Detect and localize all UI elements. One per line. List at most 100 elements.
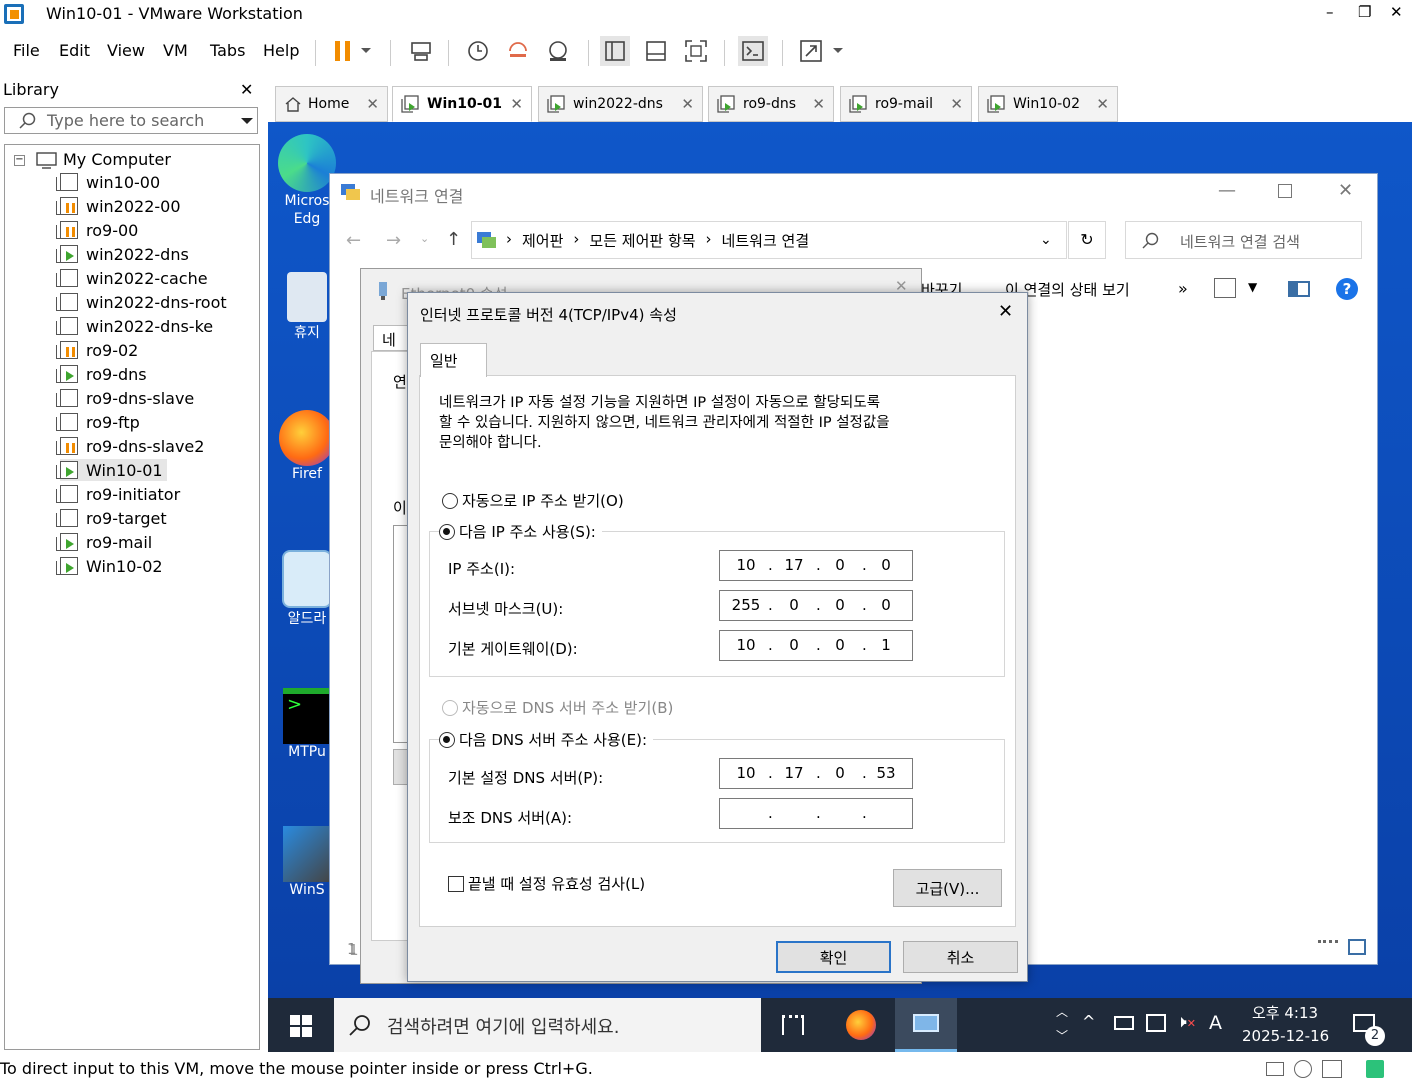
- radio-manual-ip[interactable]: 다음 IP 주소 사용(S):: [439, 521, 602, 542]
- library-item-win10-00[interactable]: win10-00: [56, 171, 160, 193]
- tab-win10-01[interactable]: Win10-01 ✕: [392, 86, 532, 122]
- crumb-control-panel[interactable]: 제어판: [522, 230, 563, 251]
- advanced-button[interactable]: 고급(V)...: [893, 869, 1002, 907]
- ipv4-close-button[interactable]: ✕: [998, 301, 1013, 322]
- explorer-search-input[interactable]: 네트워크 연결 검색: [1125, 221, 1362, 259]
- refresh-button[interactable]: ↻: [1068, 221, 1106, 259]
- library-item-win2022-dns-ke[interactable]: win2022-dns-ke: [56, 315, 213, 337]
- snapshot-icon[interactable]: [463, 36, 493, 66]
- address-dropdown-icon[interactable]: ⌄: [1040, 232, 1052, 248]
- alternate-dns-input[interactable]: . . .: [719, 798, 913, 829]
- tree-collapse-icon[interactable]: −: [14, 155, 25, 166]
- maximize-button[interactable]: ❐: [1358, 3, 1371, 21]
- tab-close-icon[interactable]: ✕: [510, 95, 523, 113]
- library-item-win10-02[interactable]: Win10-02: [56, 555, 163, 577]
- crumb-network-connections[interactable]: 네트워크 연결: [722, 230, 810, 251]
- radio-auto-ip[interactable]: 자동으로 IP 주소 받기(O): [442, 490, 624, 511]
- tab-close-icon[interactable]: ✕: [366, 95, 379, 113]
- tab-win10-02[interactable]: Win10-02 ✕: [978, 86, 1118, 122]
- explorer-close-button[interactable]: ✕: [1338, 180, 1353, 201]
- address-bar[interactable]: › 제어판 › 모든 제어판 항목 › 네트워크 연결 ⌄: [471, 221, 1067, 259]
- send-ctrl-alt-del-icon[interactable]: [406, 36, 436, 66]
- subnet-mask-input[interactable]: 255. 0. 0. 0: [719, 590, 913, 621]
- stretch-dropdown-icon[interactable]: [828, 36, 848, 66]
- library-item-win2022-cache[interactable]: win2022-cache: [56, 267, 208, 289]
- library-item-ro9-mail[interactable]: ro9-mail: [56, 531, 152, 553]
- details-view-icon[interactable]: [1318, 940, 1338, 954]
- tab-close-icon[interactable]: ✕: [681, 95, 694, 113]
- crumb-all-items[interactable]: 모든 제어판 항목: [589, 230, 695, 251]
- tab-general[interactable]: 일반: [420, 343, 487, 377]
- library-item-ro9-initiator[interactable]: ro9-initiator: [56, 483, 180, 505]
- gateway-input[interactable]: 10. 0. 0. 1: [719, 630, 913, 661]
- change-view-icon[interactable]: [1214, 278, 1236, 298]
- taskbar-search-box[interactable]: 검색하려면 여기에 입력하세요.: [334, 998, 761, 1052]
- snapshot-manager-icon[interactable]: [543, 36, 573, 66]
- revert-snapshot-icon[interactable]: [503, 36, 533, 66]
- pause-dropdown-icon[interactable]: [356, 36, 376, 66]
- tray-network-icon[interactable]: [1114, 1016, 1134, 1030]
- tray-scroll-arrows-icon[interactable]: ︿ ﹀: [1056, 1000, 1068, 1048]
- menu-help[interactable]: Help: [263, 41, 299, 60]
- view-dropdown-icon[interactable]: ▼: [1248, 280, 1257, 294]
- help-icon[interactable]: ?: [1336, 278, 1358, 300]
- menu-edit[interactable]: Edit: [59, 41, 90, 60]
- preview-pane-icon[interactable]: [1288, 281, 1310, 297]
- tree-root-my-computer[interactable]: My Computer: [63, 150, 171, 169]
- large-icons-view-icon[interactable]: [1348, 939, 1366, 955]
- library-item-ro9-target[interactable]: ro9-target: [56, 507, 167, 529]
- ip-address-input[interactable]: 10. 17. 0. 0: [719, 550, 913, 581]
- library-item-ro9-00[interactable]: ro9-00: [56, 219, 138, 241]
- search-dropdown-icon[interactable]: [240, 117, 254, 125]
- library-item-win2022-00[interactable]: win2022-00: [56, 195, 181, 217]
- preferred-dns-input[interactable]: 10. 17. 0. 53: [719, 758, 913, 789]
- explorer-minimize-button[interactable]: —: [1218, 180, 1236, 201]
- back-arrow-icon[interactable]: ←: [346, 230, 361, 251]
- windows-start-icon[interactable]: [290, 1015, 312, 1037]
- menu-tabs[interactable]: Tabs: [210, 41, 245, 60]
- menu-view[interactable]: View: [107, 41, 145, 60]
- validate-checkbox[interactable]: 끝낼 때 설정 유효성 검사(L): [448, 873, 645, 894]
- ok-button[interactable]: 확인: [776, 941, 891, 973]
- library-item-ro9-dns-slave[interactable]: ro9-dns-slave: [56, 387, 194, 409]
- clock-time[interactable]: 오후 4:13: [1252, 1002, 1318, 1023]
- thumbnail-bar-icon[interactable]: [641, 36, 671, 66]
- clock-date[interactable]: 2025-12-16: [1242, 1027, 1329, 1045]
- library-close-button[interactable]: ✕: [240, 80, 253, 99]
- tab-win2022-dns[interactable]: win2022-dns ✕: [538, 86, 703, 122]
- tray-chevron-icon[interactable]: ^: [1082, 1012, 1095, 1031]
- explorer-maximize-button[interactable]: [1278, 184, 1292, 198]
- library-search-input[interactable]: Type here to search: [4, 107, 258, 134]
- pause-icon[interactable]: [328, 36, 358, 66]
- tab-ro9-dns[interactable]: ro9-dns ✕: [708, 86, 834, 122]
- library-item-ro9-02[interactable]: ro9-02: [56, 339, 138, 361]
- tab-home[interactable]: Home ✕: [275, 86, 388, 122]
- tray-monitor-icon[interactable]: [1146, 1014, 1166, 1032]
- tab-ro9-mail[interactable]: ro9-mail ✕: [840, 86, 972, 122]
- cancel-button[interactable]: 취소: [903, 941, 1018, 973]
- library-item-win10-01[interactable]: Win10-01: [56, 459, 167, 481]
- tray-volume-muted-icon[interactable]: 🕨✕: [1176, 1012, 1196, 1032]
- ime-indicator[interactable]: A: [1209, 1012, 1222, 1034]
- console-view-icon[interactable]: [738, 36, 768, 66]
- library-item-ro9-ftp[interactable]: ro9-ftp: [56, 411, 140, 433]
- cmd-more[interactable]: »: [1178, 279, 1188, 298]
- menu-vm[interactable]: VM: [163, 41, 188, 60]
- radio-manual-dns[interactable]: 다음 DNS 서버 주소 사용(E):: [439, 729, 654, 750]
- network-connections-taskbar-button[interactable]: [895, 998, 957, 1052]
- library-item-win2022-dns-root[interactable]: win2022-dns-root: [56, 291, 227, 313]
- stretch-guest-icon[interactable]: [796, 36, 826, 66]
- task-view-icon[interactable]: [782, 1015, 804, 1035]
- minimize-button[interactable]: –: [1326, 3, 1334, 21]
- show-library-icon[interactable]: [600, 36, 630, 66]
- forward-arrow-icon[interactable]: →: [386, 230, 401, 251]
- library-item-ro9-dns-slave2[interactable]: ro9-dns-slave2: [56, 435, 204, 457]
- menu-file[interactable]: File: [13, 41, 40, 60]
- up-arrow-icon[interactable]: ↑: [446, 229, 461, 250]
- recent-dropdown-icon[interactable]: ⌄: [420, 232, 429, 245]
- tab-close-icon[interactable]: ✕: [1096, 95, 1109, 113]
- close-button[interactable]: ✕: [1390, 3, 1403, 21]
- full-screen-icon[interactable]: [681, 36, 711, 66]
- tab-close-icon[interactable]: ✕: [812, 95, 825, 113]
- tab-close-icon[interactable]: ✕: [950, 95, 963, 113]
